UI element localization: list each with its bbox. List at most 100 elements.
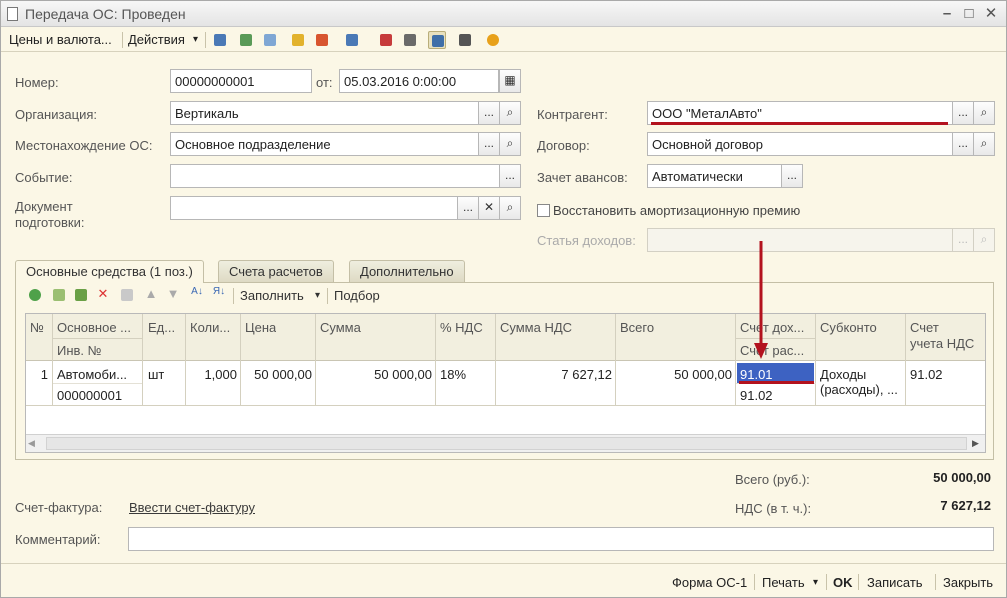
organization-search-icon[interactable]: ⌕ bbox=[499, 101, 521, 125]
column-header-asset[interactable]: Основное ... bbox=[57, 320, 141, 335]
column-header-vat-rate[interactable]: % НДС bbox=[440, 320, 483, 335]
help-icon[interactable] bbox=[484, 31, 502, 49]
cell-expense-account[interactable]: 91.02 bbox=[740, 388, 773, 403]
advance-offset-field[interactable]: Автоматически bbox=[647, 164, 782, 188]
toolbar-separator bbox=[754, 574, 755, 590]
counterparty-select-button[interactable]: ... bbox=[952, 101, 974, 125]
scrollbar-thumb[interactable] bbox=[46, 437, 967, 450]
structure-icon[interactable] bbox=[428, 31, 446, 49]
event-field[interactable] bbox=[170, 164, 500, 188]
create-invoice-link[interactable]: Ввести счет-фактуру bbox=[129, 500, 255, 515]
column-header-unit[interactable]: Ед... bbox=[148, 320, 184, 335]
contract-field[interactable]: Основной договор bbox=[647, 132, 953, 156]
location-select-button[interactable]: ... bbox=[478, 132, 500, 156]
close-button[interactable]: Закрыть bbox=[943, 575, 993, 590]
edit-row-icon[interactable] bbox=[72, 286, 90, 304]
cell-vat-account[interactable]: 91.02 bbox=[910, 367, 943, 382]
maximize-button[interactable]: □ bbox=[959, 4, 979, 24]
report-icon[interactable] bbox=[401, 31, 419, 49]
column-header-vat-account-line2[interactable]: учета НДС bbox=[910, 336, 974, 351]
location-search-icon[interactable]: ⌕ bbox=[499, 132, 521, 156]
refresh-icon[interactable] bbox=[237, 31, 255, 49]
column-header-subconto[interactable]: Субконто bbox=[820, 320, 877, 335]
minimize-button[interactable]: – bbox=[937, 4, 957, 24]
organization-field[interactable]: Вертикаль bbox=[170, 101, 479, 125]
contract-select-button[interactable]: ... bbox=[952, 132, 974, 156]
counterparty-search-icon[interactable]: ⌕ bbox=[973, 101, 995, 125]
close-window-button[interactable]: ✕ bbox=[981, 4, 1001, 24]
cell-num[interactable]: 1 bbox=[26, 367, 48, 382]
main-toolbar: Цены и валюта... Действия ▾ bbox=[1, 28, 1006, 52]
ok-button[interactable]: OK bbox=[833, 575, 853, 590]
cell-subconto-line2[interactable]: (расходы), ... bbox=[820, 382, 904, 397]
list-view-icon[interactable] bbox=[456, 31, 474, 49]
end-edit-icon[interactable] bbox=[118, 286, 136, 304]
cell-quantity[interactable]: 1,000 bbox=[186, 367, 237, 382]
copy-row-icon[interactable] bbox=[50, 286, 68, 304]
copy-document-icon[interactable] bbox=[261, 31, 279, 49]
income-article-search-icon[interactable]: ⌕ bbox=[973, 228, 995, 252]
column-header-total[interactable]: Всего bbox=[620, 320, 654, 335]
date-field[interactable]: 05.03.2016 0:00:00 bbox=[339, 69, 499, 93]
tab-fixed-assets[interactable]: Основные средства (1 поз.) bbox=[15, 260, 204, 283]
contract-search-icon[interactable]: ⌕ bbox=[973, 132, 995, 156]
cell-asset[interactable]: Автомоби... bbox=[57, 367, 141, 382]
income-article-field[interactable] bbox=[647, 228, 953, 252]
debit-credit-icon[interactable] bbox=[377, 31, 395, 49]
event-select-button[interactable]: ... bbox=[499, 164, 521, 188]
income-article-select-button[interactable]: ... bbox=[952, 228, 974, 252]
form-os1-button[interactable]: Форма ОС-1 bbox=[672, 575, 747, 590]
scroll-left-icon[interactable]: ◀ bbox=[28, 438, 35, 449]
toolbar-separator bbox=[205, 32, 206, 48]
add-row-icon[interactable] bbox=[26, 286, 44, 304]
column-divider bbox=[315, 314, 316, 405]
column-divider bbox=[815, 314, 816, 405]
tab-settlement-accounts[interactable]: Счета расчетов bbox=[218, 260, 334, 282]
save-button[interactable]: Записать bbox=[867, 575, 923, 590]
print-menu-button[interactable]: Печать bbox=[762, 575, 805, 590]
delete-mark-icon[interactable] bbox=[313, 31, 331, 49]
sort-descending-icon[interactable]: Я↓ bbox=[210, 286, 228, 304]
go-to-icon[interactable] bbox=[343, 31, 361, 49]
new-document-icon[interactable] bbox=[289, 31, 307, 49]
prep-document-clear-icon[interactable]: ✕ bbox=[478, 196, 500, 220]
cell-price[interactable]: 50 000,00 bbox=[241, 367, 312, 382]
column-header-quantity[interactable]: Коли... bbox=[190, 320, 239, 335]
location-field[interactable]: Основное подразделение bbox=[170, 132, 479, 156]
sort-ascending-icon[interactable]: A↓ bbox=[188, 286, 206, 304]
move-down-icon[interactable]: ▼ bbox=[164, 286, 182, 304]
organization-select-button[interactable]: ... bbox=[478, 101, 500, 125]
number-field[interactable]: 00000000001 bbox=[170, 69, 312, 93]
fill-menu-button[interactable]: Заполнить bbox=[240, 288, 304, 303]
scroll-right-icon[interactable]: ▶ bbox=[972, 438, 979, 449]
column-header-vat-account-line1[interactable]: Счет bbox=[910, 320, 939, 335]
horizontal-scrollbar[interactable]: ◀ ▶ bbox=[26, 434, 985, 452]
post-document-icon[interactable] bbox=[211, 31, 229, 49]
actions-menu-button[interactable]: Действия bbox=[128, 32, 185, 47]
column-header-price[interactable]: Цена bbox=[245, 320, 276, 335]
cell-inventory-number[interactable]: 000000001 bbox=[57, 388, 141, 403]
cell-total[interactable]: 50 000,00 bbox=[616, 367, 732, 382]
advance-offset-select-button[interactable]: ... bbox=[781, 164, 803, 188]
prep-document-field[interactable] bbox=[170, 196, 458, 220]
column-header-num[interactable]: № bbox=[30, 320, 44, 335]
prices-currency-button[interactable]: Цены и валюта... bbox=[9, 32, 112, 47]
column-header-vat-sum[interactable]: Сумма НДС bbox=[500, 320, 572, 335]
cell-sum[interactable]: 50 000,00 bbox=[316, 367, 432, 382]
tab-additional[interactable]: Дополнительно bbox=[349, 260, 465, 282]
cell-income-account[interactable]: 91.01 bbox=[740, 367, 773, 382]
move-up-icon[interactable]: ▲ bbox=[142, 286, 160, 304]
prep-document-select-button[interactable]: ... bbox=[457, 196, 479, 220]
column-header-sum[interactable]: Сумма bbox=[320, 320, 361, 335]
cell-vat-sum[interactable]: 7 627,12 bbox=[496, 367, 612, 382]
calendar-icon[interactable]: ▦ bbox=[499, 69, 521, 93]
column-header-inventory-number[interactable]: Инв. № bbox=[57, 343, 141, 358]
cell-subconto-line1[interactable]: Доходы bbox=[820, 367, 866, 382]
restore-premium-checkbox[interactable] bbox=[537, 204, 550, 217]
pick-button[interactable]: Подбор bbox=[334, 288, 380, 303]
delete-row-icon[interactable]: ✕ bbox=[94, 286, 112, 304]
cell-vat-rate[interactable]: 18% bbox=[440, 367, 466, 382]
cell-unit[interactable]: шт bbox=[148, 367, 164, 382]
prep-document-search-icon[interactable]: ⌕ bbox=[499, 196, 521, 220]
comment-field[interactable] bbox=[128, 527, 994, 551]
